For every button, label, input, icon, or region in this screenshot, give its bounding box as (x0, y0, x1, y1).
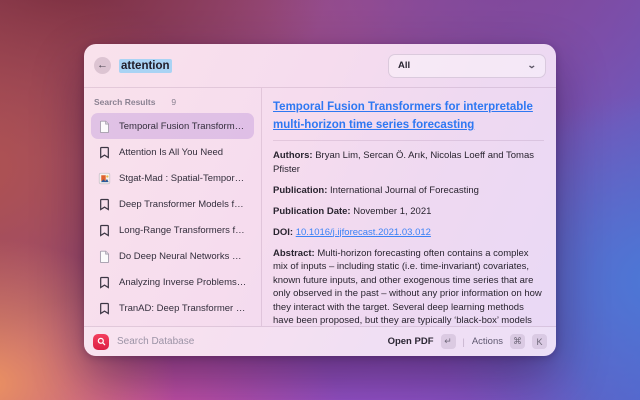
publication-date-field: Publication Date: November 1, 2021 (273, 205, 544, 219)
footer-divider: | (463, 337, 465, 347)
list-item-label: Analyzing Inverse Problems with... (119, 277, 247, 288)
bookmark-icon (98, 224, 111, 237)
results-count-badge: 9 (171, 97, 176, 107)
list-item-do-deep-neural-networks[interactable]: Do Deep Neural Networks Contr... (91, 243, 254, 269)
back-button[interactable]: ← (94, 57, 111, 74)
search-app-window: ← attention All ⌄ Search Results 9 Tempo… (84, 44, 556, 356)
back-arrow-icon: ← (97, 60, 108, 71)
actions-button[interactable]: Actions (472, 336, 503, 347)
doi-label: DOI: (273, 227, 293, 238)
list-item-label: Long-Range Transformers for D... (119, 225, 247, 236)
bookmark-icon (98, 276, 111, 289)
publication-field: Publication: International Journal of Fo… (273, 184, 544, 198)
results-section-header: Search Results 9 (91, 95, 254, 113)
abstract-value: Multi-horizon forecasting often contains… (273, 248, 542, 327)
publication-value: International Journal of Forecasting (330, 185, 479, 196)
list-item-temporal-fusion[interactable]: Temporal Fusion Transformers f... (91, 113, 254, 139)
document-icon (98, 250, 111, 263)
image-thumbnail-icon (98, 172, 111, 185)
abstract-field: Abstract: Multi-horizon forecasting ofte… (273, 247, 544, 327)
publication-label: Publication: (273, 185, 327, 196)
publication-date-value: November 1, 2021 (353, 206, 431, 217)
k-key-icon: K (532, 334, 547, 349)
return-key-icon: ↵ (441, 334, 456, 349)
list-item-stgat-mad[interactable]: Stgat-Mad : Spatial-Temporal Gr... (91, 165, 254, 191)
footer-action-bar: Search Database Open PDF ↵ | Actions ⌘ K (84, 326, 556, 356)
footer-actions: Open PDF ↵ | Actions ⌘ K (388, 334, 547, 349)
doi-link[interactable]: 10.1016/j.ijforecast.2021.03.012 (296, 227, 431, 238)
document-icon (98, 120, 111, 133)
title-divider (273, 140, 544, 141)
bookmark-icon (98, 198, 111, 211)
list-item-label: Temporal Fusion Transformers f... (119, 121, 247, 132)
paper-title-wrap: Temporal Fusion Transformers for interpr… (273, 97, 544, 133)
chevron-down-icon: ⌄ (527, 60, 537, 71)
header-bar: ← attention All ⌄ (84, 44, 556, 88)
authors-value: Bryan Lim, Sercan Ö. Arık, Nicolas Loeff… (273, 150, 534, 175)
list-item-label: Deep Transformer Models for Ti... (119, 199, 247, 210)
bookmark-icon (98, 146, 111, 159)
authors-label: Authors: (273, 150, 313, 161)
authors-field: Authors: Bryan Lim, Sercan Ö. Arık, Nico… (273, 149, 544, 176)
list-item-tranad[interactable]: TranAD: Deep Transformer Net... (91, 295, 254, 321)
bookmark-icon (98, 302, 111, 315)
paper-detail-pane: Temporal Fusion Transformers for interpr… (262, 88, 556, 326)
search-results-sidebar: Search Results 9 Temporal Fusion Transfo… (84, 88, 262, 326)
filter-dropdown[interactable]: All ⌄ (388, 54, 546, 78)
extension-search-icon (93, 334, 109, 350)
command-key-icon: ⌘ (510, 334, 525, 349)
list-item-long-range-transformers[interactable]: Long-Range Transformers for D... (91, 217, 254, 243)
publication-date-label: Publication Date: (273, 206, 351, 217)
filter-dropdown-value: All (398, 60, 410, 71)
list-item-label: Do Deep Neural Networks Contr... (119, 251, 247, 262)
list-item-informer[interactable]: Informer: Beyond Efficient Trans (91, 321, 254, 326)
list-item-attention-is-all-you-need[interactable]: Attention Is All You Need (91, 139, 254, 165)
search-query-input[interactable]: attention (119, 59, 172, 73)
list-item-analyzing-inverse-problems[interactable]: Analyzing Inverse Problems with... (91, 269, 254, 295)
results-section-title: Search Results (94, 97, 155, 107)
paper-title-link[interactable]: Temporal Fusion Transformers for interpr… (273, 101, 533, 131)
footer-search-input[interactable]: Search Database (117, 336, 380, 347)
list-item-label: TranAD: Deep Transformer Net... (119, 303, 247, 314)
list-item-label: Attention Is All You Need (119, 147, 223, 158)
list-item-label: Stgat-Mad : Spatial-Temporal Gr... (119, 173, 247, 184)
open-pdf-button[interactable]: Open PDF (388, 336, 434, 347)
abstract-label: Abstract: (273, 248, 315, 259)
list-item-deep-transformer-models[interactable]: Deep Transformer Models for Ti... (91, 191, 254, 217)
doi-field: DOI: 10.1016/j.ijforecast.2021.03.012 (273, 226, 544, 240)
window-body: Search Results 9 Temporal Fusion Transfo… (84, 88, 556, 326)
